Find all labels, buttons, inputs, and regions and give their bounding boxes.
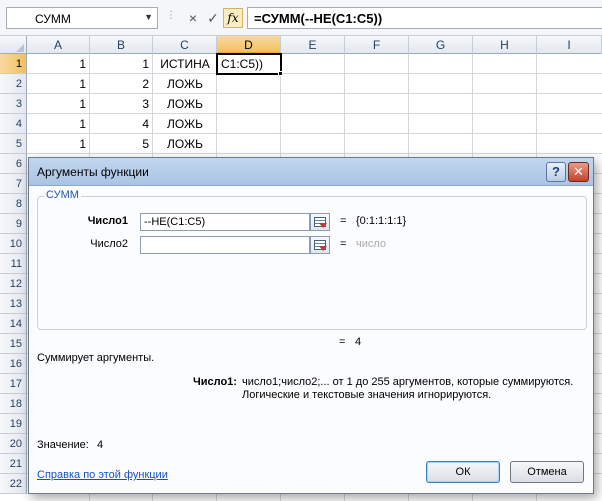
separator-grip-icon: ⋮ bbox=[166, 10, 176, 21]
column-header-c[interactable]: C bbox=[153, 36, 217, 54]
cell-b1[interactable]: 1 bbox=[90, 54, 153, 74]
row-header[interactable]: 21 bbox=[0, 454, 27, 474]
fx-icon: fx bbox=[227, 11, 239, 25]
cell-d1[interactable]: C1:C5)) bbox=[217, 54, 281, 74]
arg2-equals: = bbox=[340, 238, 347, 250]
row-header[interactable]: 4 bbox=[0, 114, 27, 134]
row-header[interactable]: 19 bbox=[0, 414, 27, 434]
chevron-down-icon[interactable]: ▼ bbox=[144, 12, 153, 22]
row-header[interactable]: 5 bbox=[0, 134, 27, 154]
row-header[interactable]: 14 bbox=[0, 314, 27, 334]
cell-a1[interactable]: 1 bbox=[27, 54, 90, 74]
cell-b2[interactable]: 2 bbox=[90, 74, 153, 94]
row-header[interactable]: 3 bbox=[0, 94, 27, 114]
group-label: СУММ bbox=[44, 189, 81, 201]
cell-c2[interactable]: ЛОЖЬ bbox=[153, 74, 217, 94]
arg1-equals: = bbox=[340, 215, 347, 227]
formula-text: =СУММ(--НЕ(C1:C5)) bbox=[254, 11, 383, 26]
row-header[interactable]: 1 bbox=[0, 54, 27, 74]
check-icon: ✓ bbox=[207, 9, 219, 26]
column-header-g[interactable]: G bbox=[409, 36, 473, 54]
help-link[interactable]: Справка по этой функции bbox=[37, 469, 168, 481]
arg-help-line1: число1;число2;... от 1 до 255 аргументов… bbox=[242, 376, 574, 388]
cell-a4[interactable]: 1 bbox=[27, 114, 90, 134]
formula-equals: = bbox=[339, 336, 346, 348]
cell-c3[interactable]: ЛОЖЬ bbox=[153, 94, 217, 114]
close-icon: × bbox=[188, 10, 198, 26]
select-all-button[interactable] bbox=[0, 36, 27, 54]
arg1-result: {0:1:1:1:1} bbox=[356, 215, 407, 227]
cancel-formula-button[interactable]: × bbox=[183, 8, 203, 28]
row-header[interactable]: 15 bbox=[0, 334, 27, 354]
row-header[interactable]: 11 bbox=[0, 254, 27, 274]
cell-b3[interactable]: 3 bbox=[90, 94, 153, 114]
collapse-dialog-button[interactable] bbox=[310, 213, 330, 231]
close-button[interactable]: ✕ bbox=[568, 162, 589, 182]
arg1-label: Число1 bbox=[87, 215, 128, 227]
cell-b5[interactable]: 5 bbox=[90, 134, 153, 154]
cancel-button[interactable]: Отмена bbox=[510, 461, 584, 483]
dialog-title: Аргументы функции bbox=[37, 165, 149, 179]
column-header-a[interactable]: A bbox=[27, 36, 90, 54]
cell-a2[interactable]: 1 bbox=[27, 74, 90, 94]
formula-result: 4 bbox=[355, 336, 362, 348]
arg2-result: число bbox=[356, 238, 387, 250]
column-header-b[interactable]: B bbox=[90, 36, 153, 54]
cell-a3[interactable]: 1 bbox=[27, 94, 90, 114]
cell-a5[interactable]: 1 bbox=[27, 134, 90, 154]
dialog-titlebar[interactable]: Аргументы функции ? ✕ bbox=[29, 158, 593, 186]
row-header[interactable]: 12 bbox=[0, 274, 27, 294]
column-headers: A B C D E F G H I bbox=[0, 36, 602, 54]
formula-input[interactable]: =СУММ(--НЕ(C1:C5)) bbox=[247, 7, 602, 29]
function-description: Суммирует аргументы. bbox=[37, 352, 155, 364]
collapse-dialog-button[interactable] bbox=[310, 236, 330, 254]
row-header[interactable]: 18 bbox=[0, 394, 27, 414]
cell-c4[interactable]: ЛОЖЬ bbox=[153, 114, 217, 134]
fill-handle[interactable] bbox=[278, 71, 283, 76]
enter-formula-button[interactable]: ✓ bbox=[203, 8, 223, 28]
column-header-h[interactable]: H bbox=[473, 36, 537, 54]
row-header[interactable]: 10 bbox=[0, 234, 27, 254]
row-header[interactable]: 16 bbox=[0, 354, 27, 374]
row-header[interactable]: 8 bbox=[0, 194, 27, 214]
column-header-e[interactable]: E bbox=[281, 36, 345, 54]
value-result: 4 bbox=[97, 439, 104, 451]
column-header-f[interactable]: F bbox=[345, 36, 409, 54]
row-header[interactable]: 9 bbox=[0, 214, 27, 234]
row-header[interactable]: 13 bbox=[0, 294, 27, 314]
question-icon: ? bbox=[552, 164, 560, 179]
row-header[interactable]: 6 bbox=[0, 154, 27, 174]
arg-help-line2: Логические и текстовые значения игнориру… bbox=[242, 389, 492, 401]
row-header[interactable]: 2 bbox=[0, 74, 27, 94]
function-arguments-dialog: Аргументы функции ? ✕ СУММ Число1 --НЕ(C… bbox=[28, 157, 594, 494]
name-box-text: СУММ bbox=[35, 12, 71, 26]
arg1-input[interactable]: --НЕ(C1:C5) bbox=[140, 213, 310, 231]
row-header[interactable]: 22 bbox=[0, 474, 27, 494]
name-box[interactable]: СУММ ▼ bbox=[6, 7, 158, 29]
arg2-input[interactable] bbox=[140, 236, 310, 254]
value-label: Значение: bbox=[37, 439, 89, 451]
row-header[interactable]: 17 bbox=[0, 374, 27, 394]
formula-bar: СУММ ▼ ⋮ × ✓ fx =СУММ(--НЕ(C1:C5)) bbox=[0, 0, 602, 36]
row-header[interactable]: 20 bbox=[0, 434, 27, 454]
arguments-group: СУММ Число1 --НЕ(C1:C5) = {0:1:1:1:1} Чи… bbox=[37, 189, 587, 330]
arg2-label: Число2 bbox=[90, 238, 128, 250]
cell-c5[interactable]: ЛОЖЬ bbox=[153, 134, 217, 154]
row-header[interactable]: 7 bbox=[0, 174, 27, 194]
arg-help-title: Число1: bbox=[193, 376, 237, 388]
column-header-d[interactable]: D bbox=[217, 36, 281, 54]
help-button[interactable]: ? bbox=[546, 162, 566, 182]
column-header-i[interactable]: I bbox=[537, 36, 602, 54]
cell-b4[interactable]: 4 bbox=[90, 114, 153, 134]
cell-c1[interactable]: ИСТИНА bbox=[153, 54, 217, 74]
ok-button[interactable]: ОК bbox=[426, 461, 500, 483]
close-icon: ✕ bbox=[573, 164, 584, 179]
insert-function-button[interactable]: fx bbox=[223, 8, 243, 28]
